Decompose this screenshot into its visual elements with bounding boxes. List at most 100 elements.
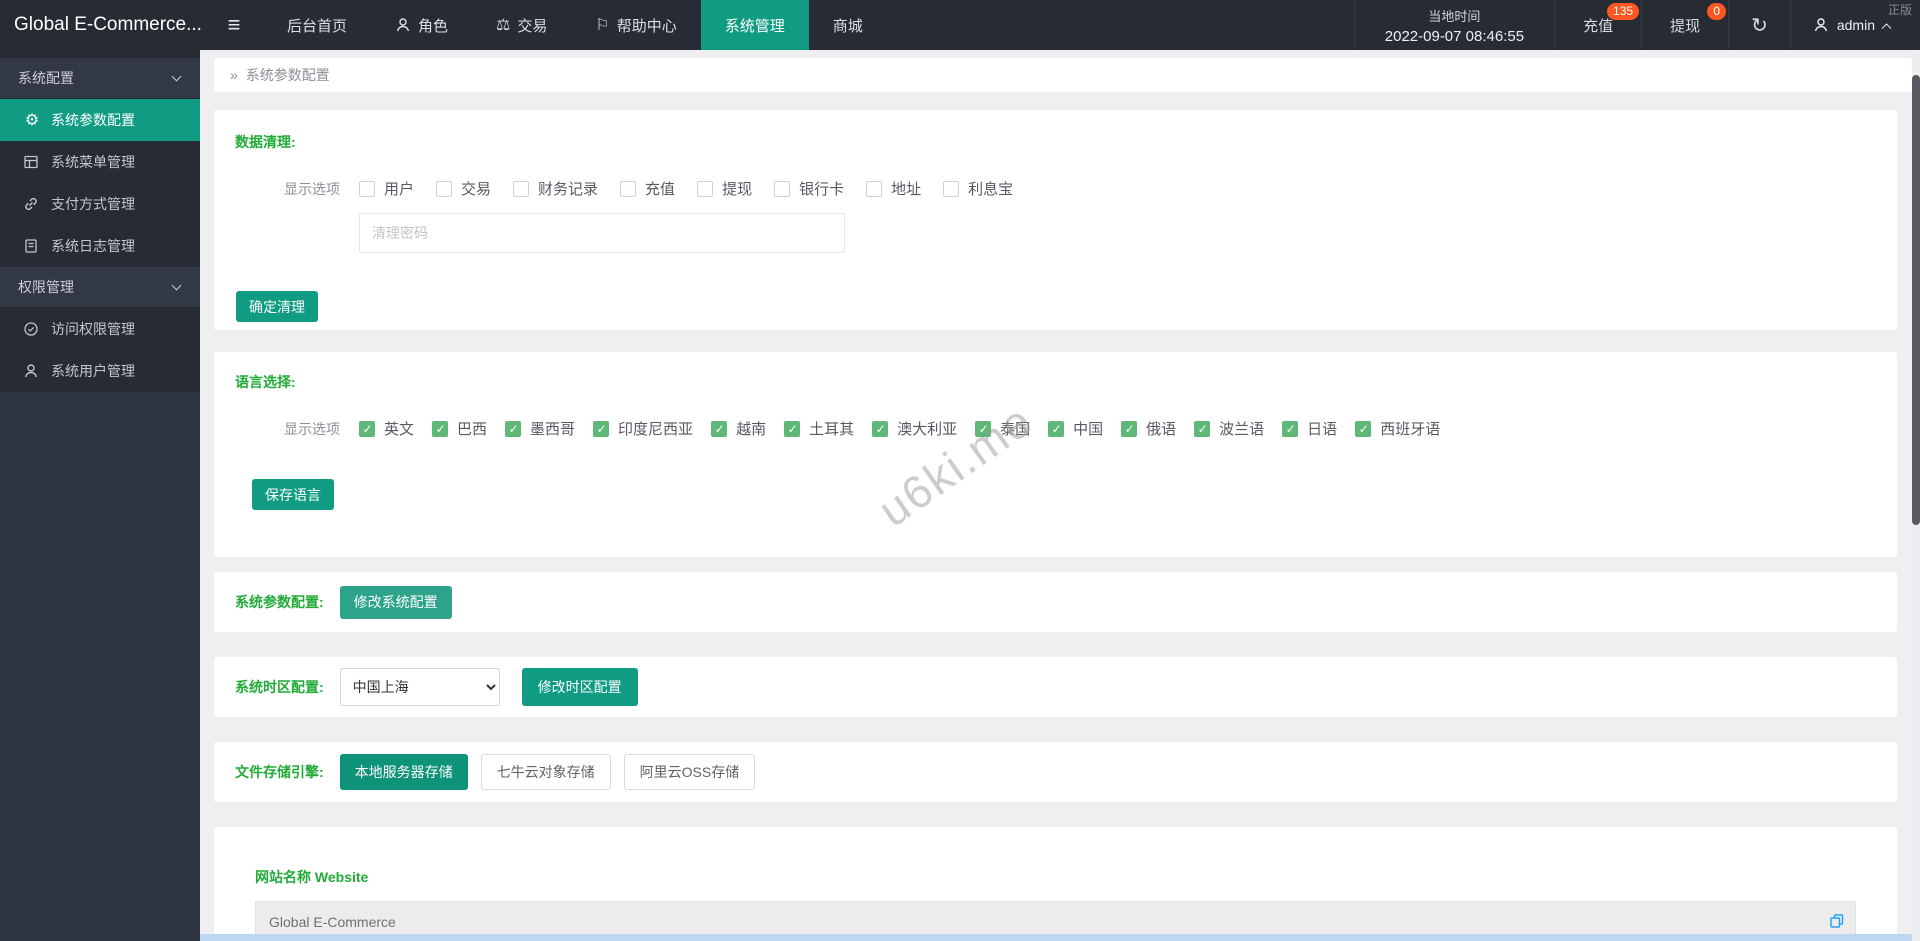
lang-option-vietnam[interactable]: 越南 bbox=[711, 418, 766, 439]
clean-password-input[interactable] bbox=[359, 213, 845, 253]
lang-option-mexico[interactable]: 墨西哥 bbox=[505, 418, 575, 439]
topbar-right: 当地时间 2022-09-07 08:46:55 充值 135 提现 0 ↻ a… bbox=[1353, 0, 1920, 50]
data-clean-title: 数据清理: bbox=[235, 134, 296, 150]
scales-icon: ⚖ bbox=[496, 17, 511, 34]
sidebar-group-permissions[interactable]: 权限管理 bbox=[0, 267, 200, 307]
lang-option-australia[interactable]: 澳大利亚 bbox=[872, 418, 957, 439]
sidebar-item-system-users[interactable]: 系统用户管理 bbox=[0, 350, 200, 392]
language-options-row: 显示选项 英文 巴西 墨西哥 印度尼西亚 越南 土耳其 澳大利亚 泰国 中国 俄… bbox=[214, 418, 1897, 439]
clean-option-trades[interactable]: 交易 bbox=[436, 178, 491, 199]
clean-option-recharge[interactable]: 充值 bbox=[620, 178, 675, 199]
lang-option-japanese[interactable]: 日语 bbox=[1282, 418, 1337, 439]
sidebar-item-system-menu[interactable]: 系统菜单管理 bbox=[0, 141, 200, 183]
nav-item-help-center[interactable]: ⚐ 帮助中心 bbox=[571, 0, 700, 50]
checkbox-unchecked[interactable] bbox=[774, 180, 791, 197]
person-icon bbox=[395, 17, 411, 33]
data-clean-card: 数据清理: 显示选项 用户 交易 财务记录 充值 提现 银行卡 地址 利息宝 清… bbox=[214, 110, 1897, 330]
language-card: 语言选择: 显示选项 英文 巴西 墨西哥 印度尼西亚 越南 土耳其 澳大利亚 泰… bbox=[214, 352, 1897, 557]
license-label: 正版 bbox=[1887, 3, 1912, 17]
timezone-label: 系统时区配置: bbox=[235, 679, 324, 695]
nav-item-mall[interactable]: 商城 bbox=[809, 0, 887, 50]
clean-option-withdraw[interactable]: 提现 bbox=[697, 178, 752, 199]
checkbox-unchecked[interactable] bbox=[620, 180, 637, 197]
checkbox-checked[interactable] bbox=[432, 420, 449, 437]
clean-option-finance-records[interactable]: 财务记录 bbox=[513, 178, 598, 199]
lang-option-russian[interactable]: 俄语 bbox=[1121, 418, 1176, 439]
lang-option-brazil[interactable]: 巴西 bbox=[432, 418, 487, 439]
sidebar-item-system-params[interactable]: ⚙ 系统参数配置 bbox=[0, 99, 200, 141]
lang-option-china[interactable]: 中国 bbox=[1048, 418, 1103, 439]
checkbox-checked[interactable] bbox=[1282, 420, 1299, 437]
clean-option-bank-card[interactable]: 银行卡 bbox=[774, 178, 844, 199]
checkbox-checked[interactable] bbox=[975, 420, 992, 437]
sidebar-item-system-logs[interactable]: 系统日志管理 bbox=[0, 225, 200, 267]
checkbox-checked[interactable] bbox=[1194, 420, 1211, 437]
checkbox-checked[interactable] bbox=[1048, 420, 1065, 437]
lang-option-english[interactable]: 英文 bbox=[359, 418, 414, 439]
confirm-clean-button[interactable]: 确定清理 bbox=[236, 291, 318, 322]
bottom-highlight-strip bbox=[200, 934, 1912, 941]
sidebar-toggle-icon[interactable]: ≡ bbox=[205, 0, 263, 50]
checkbox-unchecked[interactable] bbox=[513, 180, 530, 197]
menu-grid-icon bbox=[23, 154, 41, 170]
scrollbar-thumb[interactable] bbox=[1912, 75, 1920, 525]
options-label: 显示选项 bbox=[284, 180, 340, 197]
website-name-label: 网站名称 Website bbox=[255, 869, 369, 885]
checkbox-checked[interactable] bbox=[1121, 420, 1138, 437]
edit-system-config-button[interactable]: 修改系统配置 bbox=[339, 585, 452, 619]
timezone-select[interactable]: 中国上海 bbox=[339, 668, 500, 706]
app-logo: Global E-Commerce... bbox=[14, 14, 202, 35]
checkbox-checked[interactable] bbox=[711, 420, 728, 437]
sidebar-group-system-config[interactable]: 系统配置 bbox=[0, 58, 200, 98]
nav-item-trades[interactable]: ⚖ 交易 bbox=[472, 0, 571, 50]
withdraw-button[interactable]: 提现 0 bbox=[1641, 0, 1728, 50]
storage-qiniu-button[interactable]: 七牛云对象存储 bbox=[480, 754, 611, 790]
save-language-button[interactable]: 保存语言 bbox=[252, 479, 334, 510]
checkbox-checked[interactable] bbox=[505, 420, 522, 437]
lang-option-polish[interactable]: 波兰语 bbox=[1194, 418, 1264, 439]
scrollbar-track[interactable] bbox=[1912, 50, 1920, 941]
checkbox-checked[interactable] bbox=[593, 420, 610, 437]
checkbox-unchecked[interactable] bbox=[943, 180, 960, 197]
clean-option-users[interactable]: 用户 bbox=[359, 178, 414, 199]
clean-option-interest[interactable]: 利息宝 bbox=[943, 178, 1013, 199]
breadcrumb: » 系统参数配置 bbox=[214, 58, 1912, 92]
sidebar-item-access-permissions[interactable]: 访问权限管理 bbox=[0, 308, 200, 350]
chevron-up-icon bbox=[1881, 22, 1892, 33]
checkbox-checked[interactable] bbox=[359, 420, 375, 437]
checkbox-unchecked[interactable] bbox=[359, 180, 375, 197]
flag-icon: ⚐ bbox=[595, 17, 610, 34]
checkbox-checked[interactable] bbox=[1355, 420, 1372, 437]
lang-option-thailand[interactable]: 泰国 bbox=[975, 418, 1030, 439]
clean-option-address[interactable]: 地址 bbox=[866, 178, 921, 199]
sidebar: 系统配置 ⚙ 系统参数配置 系统菜单管理 支付方式管理 系统日志管理 权限管理 … bbox=[0, 50, 200, 941]
storage-local-button[interactable]: 本地服务器存储 bbox=[339, 754, 468, 790]
checkbox-unchecked[interactable] bbox=[866, 180, 883, 197]
edit-timezone-button[interactable]: 修改时区配置 bbox=[521, 668, 638, 706]
checkbox-unchecked[interactable] bbox=[697, 180, 714, 197]
lang-option-turkey[interactable]: 土耳其 bbox=[784, 418, 854, 439]
copy-icon[interactable] bbox=[1828, 912, 1846, 933]
user-icon bbox=[23, 363, 41, 379]
storage-label: 文件存储引擎: bbox=[235, 764, 324, 780]
withdraw-count-badge: 0 bbox=[1707, 3, 1727, 20]
website-card: 网站名称 Website 网站名称及网站图标，将显示于浏览器的标签上 bbox=[214, 827, 1897, 941]
nav-item-dashboard[interactable]: 后台首页 bbox=[263, 0, 371, 50]
checkbox-checked[interactable] bbox=[872, 420, 889, 437]
lang-option-indonesia[interactable]: 印度尼西亚 bbox=[593, 418, 693, 439]
lang-option-spanish[interactable]: 西班牙语 bbox=[1355, 418, 1440, 439]
page-title: 系统参数配置 bbox=[245, 67, 330, 83]
checkbox-checked[interactable] bbox=[784, 420, 801, 437]
sidebar-item-payment-methods[interactable]: 支付方式管理 bbox=[0, 183, 200, 225]
checkbox-unchecked[interactable] bbox=[436, 180, 453, 197]
local-time-block: 当地时间 2022-09-07 08:46:55 bbox=[1353, 0, 1554, 50]
options-label: 显示选项 bbox=[284, 420, 340, 437]
nav-item-roles[interactable]: 角色 bbox=[371, 0, 472, 50]
chevron-down-icon bbox=[171, 280, 182, 290]
recharge-button[interactable]: 充值 135 bbox=[1554, 0, 1641, 50]
refresh-icon[interactable]: ↻ bbox=[1728, 0, 1790, 50]
main-content: » 系统参数配置 数据清理: 显示选项 用户 交易 财务记录 充值 提现 银行卡… bbox=[200, 50, 1920, 941]
system-config-label: 系统参数配置: bbox=[235, 594, 324, 610]
nav-item-system-management[interactable]: 系统管理 bbox=[700, 0, 809, 50]
storage-aliyun-oss-button[interactable]: 阿里云OSS存储 bbox=[623, 754, 756, 790]
